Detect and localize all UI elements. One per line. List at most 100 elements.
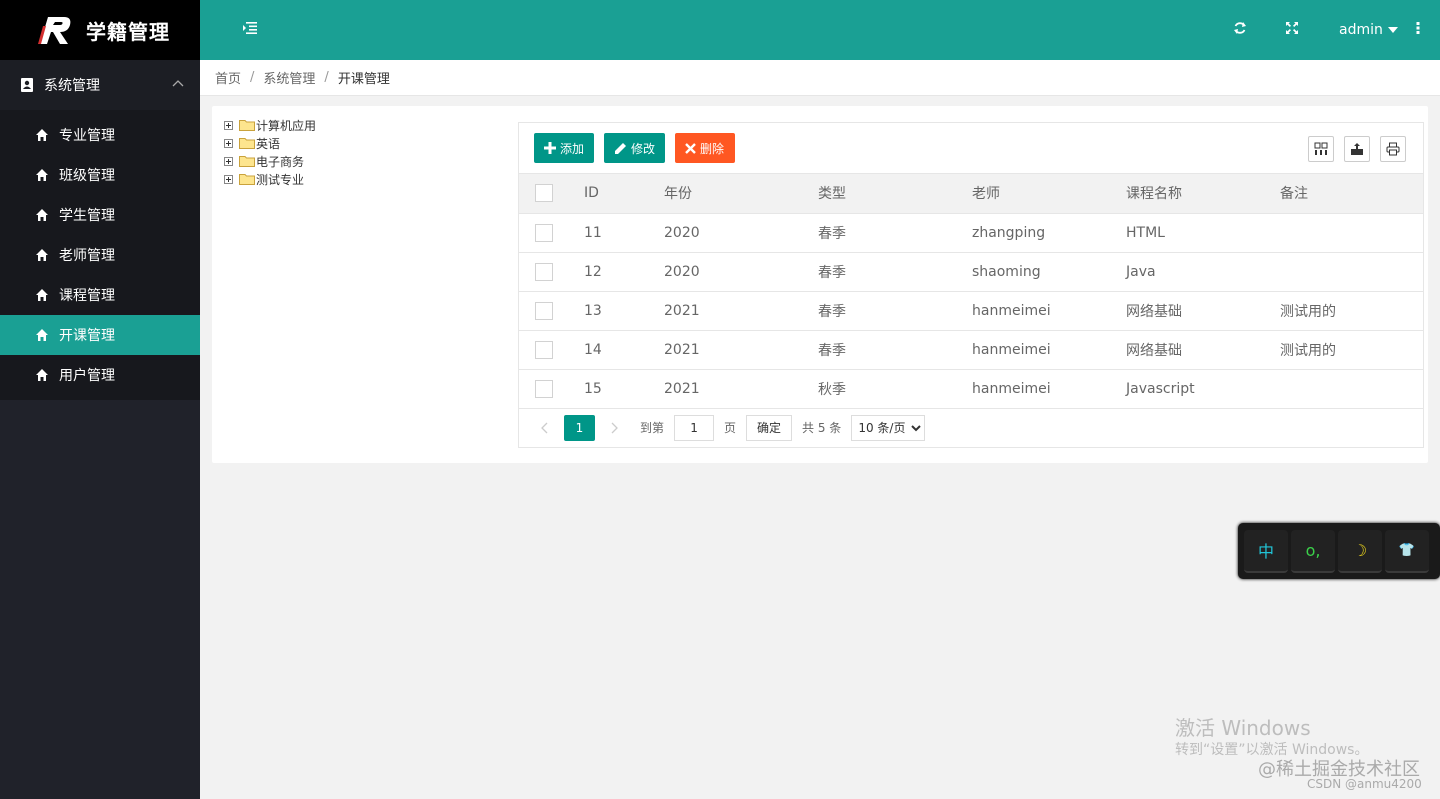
sidebar-item-major[interactable]: 专业管理 — [0, 115, 200, 155]
row-checkbox[interactable] — [535, 223, 553, 242]
table-cell: zhangping — [957, 213, 1111, 253]
table-row[interactable]: 14 2021 春季 hanmeimei 网络基础 测试用的 — [519, 330, 1423, 370]
table-cell: 测试用的 — [1265, 291, 1423, 331]
table-cell: 网络基础 — [1111, 330, 1265, 370]
table-cell: 15 — [569, 369, 649, 409]
columns-icon — [1314, 142, 1328, 155]
ime-language-key[interactable]: 中 — [1244, 529, 1288, 573]
table-cell — [1265, 369, 1423, 409]
sidebar-item-label: 老师管理 — [59, 248, 115, 264]
sidebar-item-student[interactable]: 学生管理 — [0, 195, 200, 235]
tree-node[interactable]: 英语 — [224, 134, 316, 152]
sidebar-item-course[interactable]: 课程管理 — [0, 275, 200, 315]
column-header[interactable]: 课程名称 — [1111, 174, 1265, 214]
table-cell: hanmeimei — [957, 369, 1111, 409]
breadcrumb-home[interactable]: 首页 — [215, 68, 241, 87]
column-header[interactable]: 类型 — [803, 174, 957, 214]
table-row[interactable]: 12 2020 春季 shaoming Java — [519, 252, 1423, 292]
prev-page-button[interactable] — [534, 418, 554, 438]
sidebar-item-label: 开课管理 — [59, 328, 115, 344]
delete-button-label: 删除 — [700, 141, 725, 156]
tree-node-label: 计算机应用 — [256, 118, 317, 133]
print-icon — [1386, 142, 1400, 156]
page-size-select[interactable]: 10 条/页 — [851, 414, 926, 441]
delete-button[interactable]: 删除 — [675, 133, 735, 163]
table-cell: 2021 — [649, 369, 803, 409]
row-checkbox[interactable] — [535, 262, 553, 281]
indent-icon — [242, 21, 258, 39]
row-select-cell — [519, 291, 569, 331]
next-page-button[interactable] — [605, 418, 625, 438]
table-cell: 2020 — [649, 213, 803, 253]
breadcrumb-system[interactable]: 系统管理 — [263, 68, 315, 87]
column-header[interactable]: 老师 — [957, 174, 1111, 214]
toggle-sidebar-button[interactable] — [242, 0, 258, 60]
tree-node[interactable]: 计算机应用 — [224, 116, 316, 134]
current-page[interactable]: 1 — [564, 414, 595, 441]
row-checkbox[interactable] — [535, 301, 553, 320]
tree-node[interactable]: 电子商务 — [224, 152, 316, 170]
table-cell: 2020 — [649, 252, 803, 292]
table-row[interactable]: 15 2021 秋季 hanmeimei Javascript — [519, 369, 1423, 409]
table-row[interactable]: 13 2021 春季 hanmeimei 网络基础 测试用的 — [519, 291, 1423, 331]
logo[interactable]: 学籍管理 — [0, 0, 200, 60]
sidebar: 学籍管理 系统管理 专业管理 班级管理 学生管理 老师管理 课程管理 开课管理 … — [0, 0, 200, 799]
folder-icon — [239, 174, 255, 185]
table-cell — [1265, 213, 1423, 253]
sidebar-item-teacher[interactable]: 老师管理 — [0, 235, 200, 275]
edit-button[interactable]: 修改 — [604, 133, 665, 163]
tree-node-label: 英语 — [256, 136, 281, 151]
table-row[interactable]: 11 2020 春季 zhangping HTML — [519, 213, 1423, 253]
tree-node[interactable]: 测试专业 — [224, 170, 316, 188]
table-cell: 春季 — [803, 330, 957, 370]
select-all-cell — [519, 174, 569, 214]
menu-group-system[interactable]: 系统管理 — [0, 60, 200, 110]
row-select-cell — [519, 330, 569, 370]
column-header[interactable]: 年份 — [649, 174, 803, 214]
folder-icon — [239, 138, 255, 149]
sidebar-item-user[interactable]: 用户管理 — [0, 355, 200, 395]
home-icon — [35, 328, 49, 342]
table-cell: 春季 — [803, 213, 957, 253]
row-select-cell — [519, 213, 569, 253]
table-cell: 13 — [569, 291, 649, 331]
refresh-icon — [1233, 21, 1247, 39]
columns-filter-button[interactable] — [1308, 136, 1334, 162]
breadcrumb-separator: / — [324, 70, 329, 85]
sidebar-item-course-offering[interactable]: 开课管理 — [0, 315, 200, 355]
more-button[interactable] — [1416, 0, 1420, 60]
select-all-checkbox[interactable] — [535, 184, 553, 203]
add-button[interactable]: 添加 — [534, 133, 594, 163]
top-header: admin — [200, 0, 1440, 60]
expand-plus-icon[interactable] — [224, 174, 233, 184]
ime-moon-key[interactable]: ☽ — [1338, 529, 1382, 573]
ime-skin-key[interactable]: 👕 — [1385, 529, 1429, 573]
ime-punctuation-key[interactable]: o, — [1291, 529, 1335, 573]
add-button-label: 添加 — [560, 141, 585, 156]
print-button[interactable] — [1380, 136, 1406, 162]
confirm-page-button[interactable]: 确定 — [746, 414, 793, 441]
row-checkbox[interactable] — [535, 340, 553, 359]
column-header[interactable]: 备注 — [1265, 174, 1423, 214]
expand-plus-icon[interactable] — [224, 156, 233, 166]
tree-node-label: 电子商务 — [256, 154, 305, 169]
export-button[interactable] — [1344, 136, 1370, 162]
row-checkbox[interactable] — [535, 379, 553, 398]
table-cell: 秋季 — [803, 369, 957, 409]
page-input[interactable] — [674, 414, 715, 441]
user-menu[interactable]: admin — [1339, 0, 1398, 60]
column-header[interactable]: ID — [569, 174, 649, 214]
content-card: 计算机应用 英语 电子商务 测试专业 添加 修改 删除 ID 年份 类型 老师 … — [212, 106, 1428, 463]
tree-node-label: 测试专业 — [256, 172, 305, 187]
refresh-button[interactable] — [1233, 0, 1247, 60]
fullscreen-button[interactable] — [1285, 0, 1299, 60]
sidebar-item-class[interactable]: 班级管理 — [0, 155, 200, 195]
expand-plus-icon[interactable] — [224, 138, 233, 148]
pagination: 1 到第 页 确定 共 5 条 10 条/页 — [519, 409, 1423, 447]
table-cell: 12 — [569, 252, 649, 292]
page-unit-label: 页 — [724, 421, 737, 435]
expand-plus-icon[interactable] — [224, 120, 233, 130]
table-cell: 2021 — [649, 330, 803, 370]
activate-windows-title: 激活 Windows — [1175, 716, 1311, 740]
submenu: 专业管理 班级管理 学生管理 老师管理 课程管理 开课管理 用户管理 — [0, 110, 200, 400]
